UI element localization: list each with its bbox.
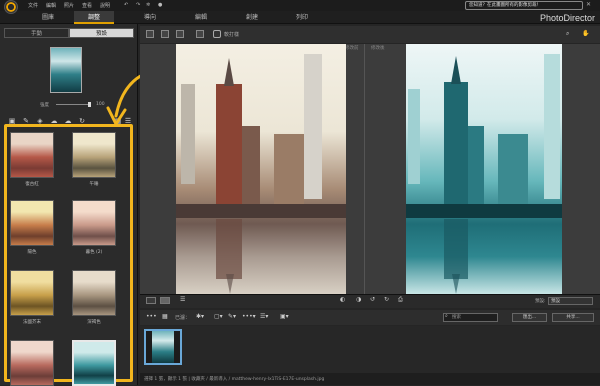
preset-tile[interactable] [10,340,54,386]
share-button[interactable]: 共享... [552,313,594,322]
before-photo [176,44,346,294]
tab-edit[interactable]: 編輯 [183,11,219,24]
preset-tile[interactable] [72,200,116,246]
export-button[interactable]: 匯出... [512,313,547,322]
account-icon[interactable]: ● [158,2,162,8]
rotate-left-icon[interactable]: ↺ [370,296,375,303]
softproof-label: 軟打樣 [224,32,240,38]
brand-title: PhotoDirector [540,13,596,23]
tab-adjust[interactable]: 調整 [74,11,114,24]
settings-icon[interactable]: ✲ [146,2,150,8]
search-icon: ⌕ [445,313,448,319]
sort-icon[interactable]: ☰▾ [260,313,268,320]
menu-view[interactable]: 查看 [82,2,92,9]
menu-help[interactable]: 說明 [100,2,110,9]
single-mode-button[interactable] [146,297,156,304]
preset-dropdown[interactable]: 預設 [548,297,593,305]
preset-label: 法國芥末 [23,320,41,325]
single-view-icon[interactable] [161,30,169,38]
notice-banner[interactable]: 您知道？在此畫圖所有的影像剪裁！ [465,1,583,10]
preset-label: 午睡 [89,182,99,187]
tab-guided[interactable]: 導向 [132,11,168,24]
menu-file[interactable]: 文件 [28,2,38,9]
tab-print[interactable]: 列印 [284,11,320,24]
preset-label: 復古紅 [25,182,39,187]
undo-icon[interactable]: ↶ [124,2,128,8]
after-label: 修改後 [371,46,385,51]
more-options-icon[interactable]: ••• [146,313,157,320]
app-logo-icon[interactable] [4,0,18,14]
strength-slider[interactable] [56,104,90,105]
preset-tile[interactable] [72,340,116,386]
grid-layout-icon[interactable] [176,30,184,38]
edit-filter-icon[interactable]: ✎▾ [228,313,236,320]
menu-edit[interactable]: 編輯 [46,2,56,9]
rating-filter-icon[interactable]: •••▾ [242,313,256,320]
toggle-icon[interactable]: ◐ [340,296,345,303]
preset-tile[interactable] [10,200,54,246]
print-icon[interactable]: ⎙ [398,296,403,304]
filter-label: 已濾： [175,315,191,321]
after-photo [406,44,562,294]
menu-photo[interactable]: 照片 [64,2,74,9]
preset-label: 暮色 (2) [85,250,103,255]
filmstrip [140,326,600,373]
preset-label: 深褐色 [87,320,101,325]
filmstrip-image [152,331,174,363]
compare-divider[interactable] [364,44,365,294]
subtab-preset[interactable]: 預設 [69,28,134,38]
tag-filter-icon[interactable]: ▣▾ [280,313,289,320]
tab-create[interactable]: 創建 [232,11,272,24]
preset-tile[interactable] [72,132,116,178]
layout-icon[interactable]: ☰ [180,296,185,303]
rotate-right-icon[interactable]: ↻ [384,296,389,303]
zoom-icon[interactable]: ⌕ [566,30,569,38]
preset-tile[interactable] [72,270,116,316]
strength-slider-handle[interactable] [88,102,91,107]
frame-filter-icon[interactable]: ▢▾ [214,313,223,320]
preset-tile[interactable] [10,132,54,178]
status-text: 選擇 1 張，顯示 1 張 | 收藏夾 / 最新導入 / matthew-hen… [144,377,325,382]
strength-label: 強度 [40,103,49,108]
redo-icon[interactable]: ↷ [136,2,140,8]
tab-library[interactable]: 圖庫 [30,11,66,24]
softproof-checkbox[interactable] [213,30,221,38]
preview-thumbnail [50,47,82,93]
compare-mode-button[interactable] [160,297,170,304]
compare-view-icon[interactable] [146,30,154,38]
view-toolbar [140,26,600,43]
close-window-icon[interactable]: ✕ [586,1,591,8]
subtab-manual[interactable]: 手動 [4,28,69,38]
search-input[interactable]: 搜索 [443,313,498,322]
grid-small-icon[interactable]: ▦ [162,313,168,320]
preset-tile[interactable] [10,270,54,316]
before-label: 修改前 [345,46,359,51]
mask-icon[interactable]: ◑ [356,296,361,303]
monitor-icon[interactable] [196,30,204,38]
preset-label: 陽色 [27,250,37,255]
color-filter-icon[interactable]: ✱▾ [196,313,204,320]
preset-dropdown-label: 預設: [535,299,546,304]
hand-tool-icon[interactable]: ✋ [582,30,589,37]
